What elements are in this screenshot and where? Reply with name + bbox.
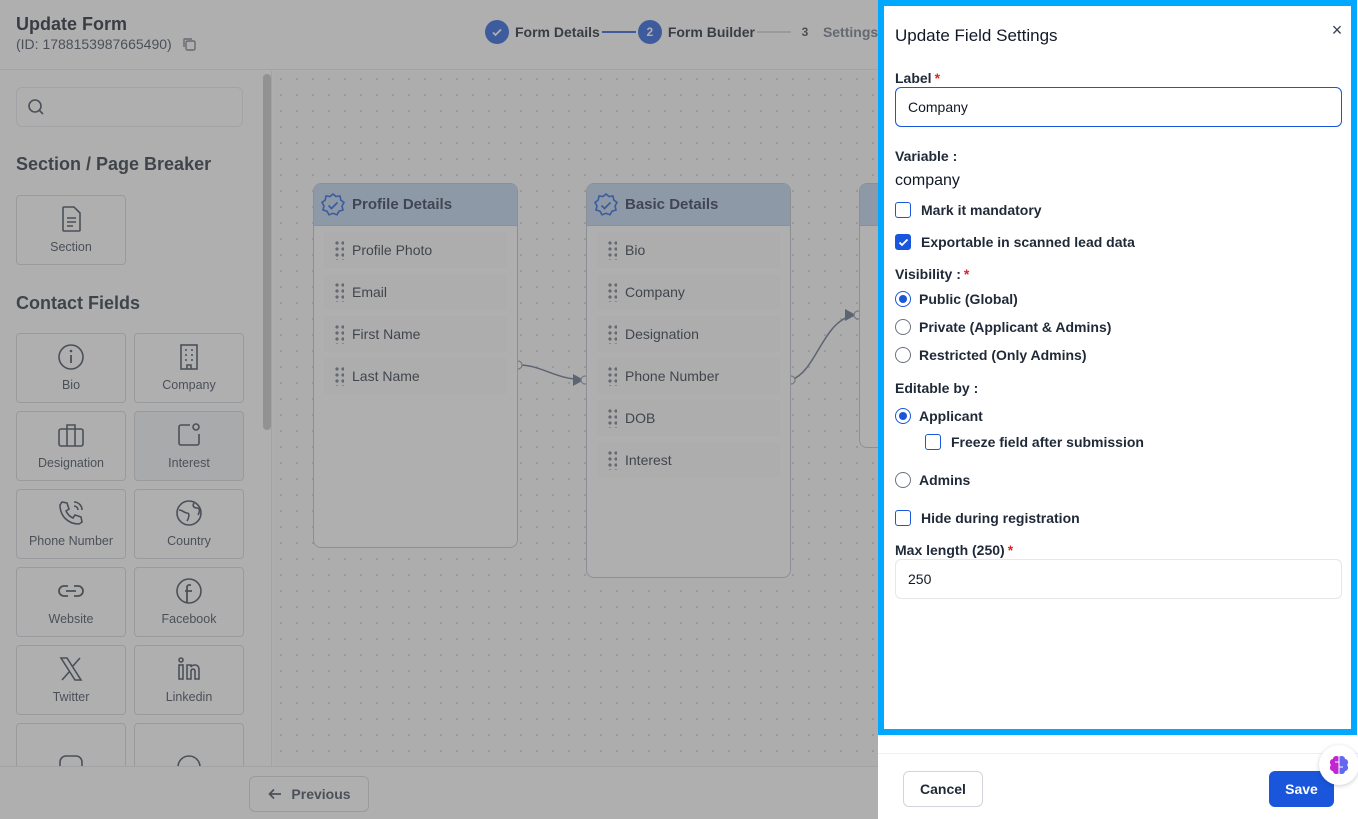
- check-icon: [898, 238, 908, 246]
- modal-backdrop[interactable]: [0, 0, 878, 819]
- radio-label: Restricted (Only Admins): [919, 347, 1087, 363]
- mandatory-checkbox-row[interactable]: Mark it mandatory: [895, 202, 1042, 218]
- label-input[interactable]: [895, 87, 1342, 127]
- editable-option-applicant[interactable]: Applicant: [895, 408, 983, 424]
- radio-label: Private (Applicant & Admins): [919, 319, 1112, 335]
- required-asterisk: *: [1007, 542, 1014, 558]
- radio-selected[interactable]: [895, 291, 911, 307]
- drawer-title: Update Field Settings: [895, 26, 1058, 45]
- hide-checkbox-row[interactable]: Hide during registration: [895, 510, 1080, 526]
- radio-label: Public (Global): [919, 291, 1018, 307]
- max-length-input[interactable]: [895, 559, 1342, 599]
- ai-assistant-button[interactable]: [1319, 745, 1358, 785]
- mandatory-label: Mark it mandatory: [921, 202, 1042, 218]
- variable-label: Variable :: [895, 148, 958, 164]
- radio-unselected[interactable]: [895, 319, 911, 335]
- cancel-button[interactable]: Cancel: [903, 771, 983, 807]
- mandatory-checkbox[interactable]: [895, 202, 911, 218]
- required-asterisk: *: [963, 266, 970, 282]
- exportable-label: Exportable in scanned lead data: [921, 234, 1135, 250]
- radio-label: Admins: [919, 472, 971, 488]
- label-text: Label: [895, 70, 932, 86]
- editable-option-admins[interactable]: Admins: [895, 472, 970, 488]
- radio-unselected[interactable]: [895, 347, 911, 363]
- radio-selected[interactable]: [895, 408, 911, 424]
- label-field-label: Label *: [895, 70, 940, 86]
- freeze-checkbox-row[interactable]: Freeze field after submission: [925, 434, 1144, 450]
- field-settings-drawer: Update Field Settings × Label* Variable …: [878, 0, 1358, 819]
- drawer-highlight-frame: Update Field Settings × Label* Variable …: [878, 0, 1357, 735]
- max-length-text: Max length (250): [895, 542, 1005, 558]
- radio-unselected[interactable]: [895, 472, 911, 488]
- visibility-option-private[interactable]: Private (Applicant & Admins): [895, 319, 1111, 335]
- required-asterisk: *: [934, 70, 941, 86]
- variable-value: company: [895, 172, 960, 189]
- brain-icon: [1329, 755, 1349, 775]
- visibility-option-public[interactable]: Public (Global): [895, 291, 1018, 307]
- visibility-option-restricted[interactable]: Restricted (Only Admins): [895, 347, 1087, 363]
- freeze-label: Freeze field after submission: [951, 434, 1144, 450]
- exportable-checkbox[interactable]: [895, 234, 911, 250]
- freeze-checkbox[interactable]: [925, 434, 941, 450]
- max-length-label: Max length (250) *: [895, 542, 1013, 558]
- hide-checkbox[interactable]: [895, 510, 911, 526]
- radio-label: Applicant: [919, 408, 983, 424]
- editable-by-label: Editable by :: [895, 380, 979, 396]
- hide-label: Hide during registration: [921, 510, 1080, 526]
- visibility-label: Visibility : *: [895, 266, 969, 282]
- exportable-checkbox-row[interactable]: Exportable in scanned lead data: [895, 234, 1135, 250]
- close-icon[interactable]: ×: [1327, 20, 1347, 40]
- visibility-text: Visibility :: [895, 266, 961, 282]
- drawer-footer: Cancel Save: [878, 753, 1358, 819]
